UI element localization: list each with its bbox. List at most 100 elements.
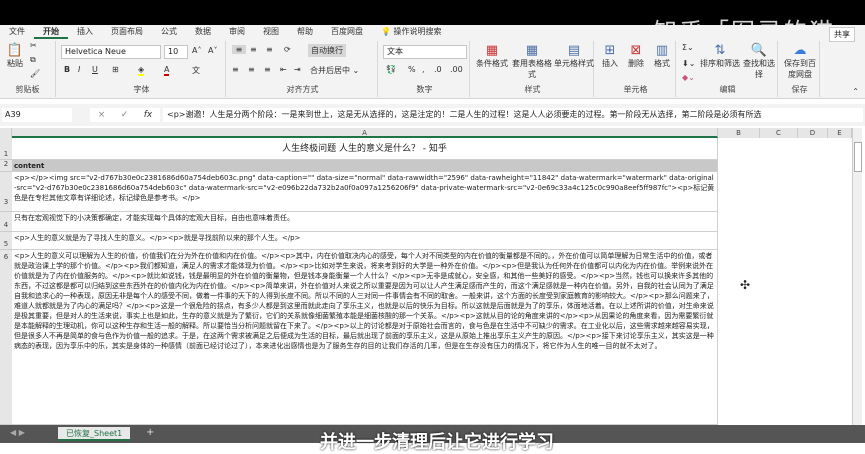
data-cell[interactable]: 只有在宏观视觉下的小决策都确定，才能实现每个具体的宏观大目标，自由也意味着责任。 <box>12 212 718 232</box>
lightbulb-icon: 💡 <box>381 27 391 36</box>
format-as-table-button[interactable]: ▦ 套用表格格式 <box>512 43 552 80</box>
alignment-group-label: 对齐方式 <box>286 85 319 94</box>
align-right-icon[interactable]: ≡ <box>264 65 271 74</box>
decrease-font-icon[interactable]: A˅ <box>208 46 217 55</box>
tab-help[interactable]: 帮助 <box>288 25 322 39</box>
currency-icon[interactable]: 💱 <box>386 65 396 74</box>
cell-styles-label: 单元格样式 <box>554 59 594 68</box>
increase-indent-icon[interactable]: ⇥ <box>294 65 301 74</box>
save-baidu-button[interactable]: ☁ 保存到百度网盘 <box>782 43 818 80</box>
decrease-decimal-icon[interactable]: .00 <box>450 65 463 74</box>
italic-button[interactable]: I <box>78 65 80 74</box>
align-center-icon[interactable]: ≡ <box>248 65 255 74</box>
insert-function-icon[interactable]: fx <box>144 108 153 122</box>
group-font: Helvetica Neue 10 A˄ A˅ B I U ⊞ ◈ A 文 字体 <box>58 41 226 97</box>
data-cell[interactable]: <p></p><img src="v2-d767b30e0c2381686d60… <box>12 172 718 212</box>
row-header[interactable]: 1 <box>0 138 12 160</box>
fill-color-icon[interactable]: ◈ <box>138 65 145 76</box>
align-middle-icon[interactable]: ≡ <box>250 45 257 54</box>
underline-button[interactable]: U <box>92 65 98 74</box>
align-top-icon[interactable]: ≡ <box>232 45 246 54</box>
format-cells-button[interactable]: ▥ 格式 <box>650 43 674 69</box>
tab-data[interactable]: 数据 <box>186 25 220 39</box>
sort-filter-button[interactable]: ⇅ 排序和筛选 <box>700 43 740 69</box>
align-left-icon[interactable]: ≡ <box>232 65 239 74</box>
group-clipboard: 📋 粘贴 ✂ ⧉ 🖌 剪贴板 <box>0 41 56 97</box>
insert-cells-button[interactable]: ⊞ 插入 <box>598 43 622 69</box>
tab-home[interactable]: 开始 <box>34 25 68 39</box>
column-header-a[interactable]: A <box>12 128 718 138</box>
scrollbar-thumb[interactable] <box>854 142 862 172</box>
tell-me-search[interactable]: 💡 操作说明搜索 <box>372 25 451 39</box>
comma-button[interactable]: , <box>422 65 425 74</box>
font-size-select[interactable]: 10 <box>164 45 188 59</box>
increase-decimal-icon[interactable]: .0 <box>434 65 442 74</box>
data-cell[interactable]: <p>人生的意义就是为了寻找人生的意义。</p><p>就是寻找前阶以来的那个人生… <box>12 232 718 250</box>
fill-icon[interactable]: ⬇⌄ <box>682 59 695 68</box>
bold-button[interactable]: B <box>64 65 70 74</box>
wrap-text-button[interactable]: 自动换行 <box>308 44 346 57</box>
decrease-indent-icon[interactable]: ⇤ <box>280 65 287 74</box>
cell-styles-icon: ▤ <box>567 43 581 58</box>
tab-baidu-pan[interactable]: 百度网盘 <box>322 25 372 39</box>
format-label: 格式 <box>654 59 670 68</box>
select-all-corner[interactable] <box>0 128 12 138</box>
formula-buttons: × ✓ fx <box>90 108 160 122</box>
name-box[interactable]: A39 <box>2 108 72 122</box>
column-header-e[interactable]: E <box>828 128 852 138</box>
merge-center-button[interactable]: 合并后居中 ⌄ <box>310 65 359 76</box>
conditional-format-label: 条件格式 <box>476 59 508 68</box>
align-bottom-icon[interactable]: ≡ <box>266 45 273 54</box>
cursor-icon: ✣ <box>740 278 751 292</box>
add-sheet-button[interactable]: + <box>146 427 154 438</box>
tab-page-layout[interactable]: 页面布局 <box>102 25 152 39</box>
header-cell[interactable]: content <box>12 160 718 172</box>
cut-icon[interactable]: ✂ <box>30 41 37 50</box>
format-painter-icon[interactable]: 🖌 <box>30 69 40 78</box>
tab-formulas[interactable]: 公式 <box>152 25 186 39</box>
number-format-select[interactable]: 文本 <box>383 45 467 59</box>
font-color-icon[interactable]: A <box>164 65 170 76</box>
row-header[interactable]: 2 <box>0 160 12 172</box>
delete-cells-button[interactable]: ⊠ 删除 <box>624 43 648 69</box>
tab-review[interactable]: 审阅 <box>220 25 254 39</box>
row-header[interactable]: 5 <box>0 232 12 250</box>
column-header-b[interactable]: B <box>718 128 760 138</box>
sheet-tab[interactable]: 已恢复_Sheet1 <box>58 427 131 441</box>
ribbon: 📋 粘贴 ✂ ⧉ 🖌 剪贴板 Helvetica Neue 10 A˄ A˅ B … <box>0 39 865 99</box>
tab-file[interactable]: 文件 <box>0 25 34 39</box>
cancel-icon[interactable]: × <box>98 108 106 122</box>
data-cell[interactable]: <p>人生的意义可以理解为人生的价值，价值我们在分为外在价值和内在价值。</p>… <box>12 250 718 425</box>
sheet-nav-arrows-icon[interactable]: ◀ ▶ <box>10 428 25 437</box>
cell-styles-button[interactable]: ▤ 单元格样式 <box>554 43 594 69</box>
formula-bar: A39 × ✓ fx <p>谢邀！人生是分两个阶段：一是来到世上，这是无从选择的… <box>0 104 865 126</box>
row-header[interactable]: 6 <box>0 250 12 425</box>
percent-button[interactable]: % <box>408 65 416 74</box>
row-header[interactable]: 3 <box>0 172 12 212</box>
insert-icon: ⊞ <box>604 43 616 58</box>
column-header-d[interactable]: D <box>798 128 828 138</box>
styles-group-label: 样式 <box>524 85 541 94</box>
vertical-scrollbar[interactable] <box>852 128 862 425</box>
orientation-icon[interactable]: ⟳ <box>284 45 291 54</box>
formula-input[interactable]: <p>谢邀！人生是分两个阶段：一是来到世上，这是无从选择的，这是注定的！二是人生… <box>163 108 863 122</box>
font-name-select[interactable]: Helvetica Neue <box>61 45 161 59</box>
sheet-title-cell[interactable]: 人生终极问题 人生的意义是什么？ - 知乎 <box>12 138 718 160</box>
find-select-button[interactable]: 🔍 查找和选择 <box>740 43 778 80</box>
collapse-ribbon-icon[interactable]: ⌃ <box>852 87 859 96</box>
tab-view[interactable]: 视图 <box>254 25 288 39</box>
row-header[interactable]: 4 <box>0 212 12 232</box>
copy-icon[interactable]: ⧉ <box>30 55 36 65</box>
autosum-icon[interactable]: Σ⌄ <box>682 43 694 52</box>
conditional-format-button[interactable]: ▦ 条件格式 <box>474 43 510 69</box>
share-button[interactable]: 共享 <box>829 27 855 42</box>
tab-insert[interactable]: 插入 <box>68 25 102 39</box>
column-header-c[interactable]: C <box>760 128 798 138</box>
enter-icon[interactable]: ✓ <box>121 108 129 122</box>
increase-font-icon[interactable]: A˄ <box>192 46 201 55</box>
paste-button[interactable]: 📋 粘贴 <box>4 43 26 69</box>
border-icon[interactable]: ⊞ <box>112 65 119 74</box>
phonetic-icon[interactable]: 文 <box>192 65 200 76</box>
clear-icon[interactable]: ◆⌄ <box>682 73 695 82</box>
find-select-label: 查找和选择 <box>743 59 775 79</box>
